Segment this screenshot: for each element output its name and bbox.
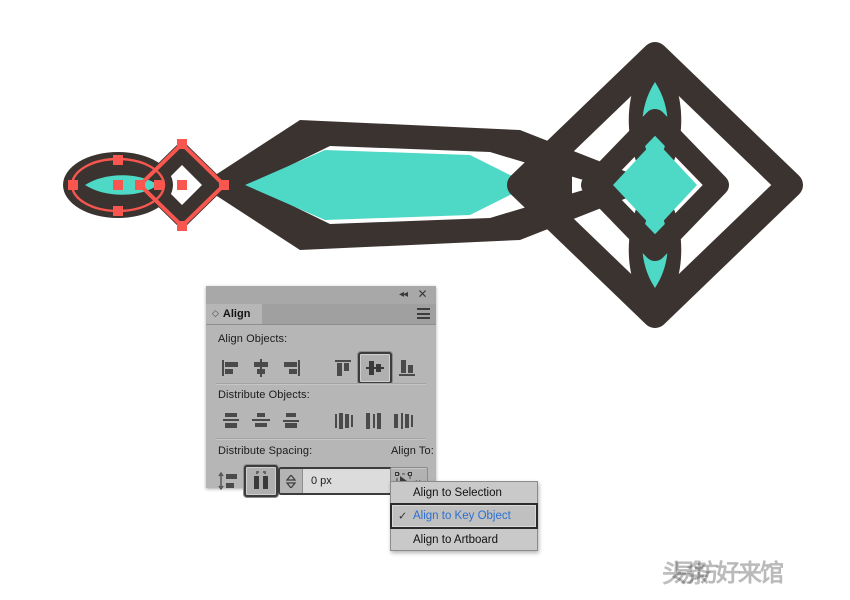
align-objects-button-row — [216, 352, 422, 384]
vertical-align-top-button[interactable] — [328, 354, 358, 382]
horizontal-distribute-spacing-button[interactable] — [244, 465, 278, 497]
vertical-distribute-spacing-button[interactable] — [214, 467, 244, 495]
align-to-dropdown-menu: Align to Selection ✓ Align to Key Object… — [390, 481, 538, 551]
anchor-point[interactable] — [113, 206, 123, 216]
panel-tab-row: ◇ Align — [206, 304, 436, 325]
anchor-point-center[interactable] — [113, 180, 123, 190]
distribute-spacing-label: Distribute Spacing: — [218, 445, 313, 457]
panel-titlebar: ◂◂ ✕ — [206, 286, 436, 304]
anchor-point[interactable] — [135, 180, 145, 190]
spacing-stepper[interactable]: 0 px — [278, 467, 395, 495]
divider — [216, 383, 426, 385]
tab-grip-icon: ◇ — [212, 309, 219, 319]
panel-title: Align — [222, 308, 251, 320]
menu-item-label: Align to Selection — [413, 486, 502, 499]
menu-item-align-to-key-object[interactable]: ✓ Align to Key Object — [390, 503, 538, 529]
align-objects-label: Align Objects: — [218, 333, 288, 345]
horizontal-align-center-button[interactable] — [246, 354, 276, 382]
vertical-distribute-center-button[interactable] — [246, 407, 276, 435]
anchor-point-center[interactable] — [177, 180, 187, 190]
watermark-secondary: 易坊好来馆 — [672, 559, 784, 587]
anchor-point[interactable] — [154, 180, 164, 190]
distribute-objects-label: Distribute Objects: — [218, 389, 310, 401]
right-ornament — [507, 42, 803, 328]
menu-item-label: Align to Key Object — [413, 510, 511, 522]
vertical-align-bottom-button[interactable] — [392, 354, 422, 382]
menu-item-align-to-selection[interactable]: Align to Selection — [391, 482, 537, 503]
menu-item-label: Align to Artboard — [413, 533, 499, 546]
horizontal-align-right-button[interactable] — [276, 354, 306, 382]
align-panel: ◂◂ ✕ ◇ Align Align Objects: Distribute O… — [206, 286, 436, 497]
horizontal-distribute-center-button[interactable] — [358, 407, 388, 435]
horizontal-align-left-button[interactable] — [216, 354, 246, 382]
divider — [216, 438, 426, 440]
check-icon: ✓ — [398, 509, 408, 523]
watermark: 头条 易坊好来馆 — [662, 556, 842, 592]
anchor-point[interactable] — [68, 180, 78, 190]
distribute-spacing-button-row — [214, 465, 278, 497]
vertical-align-center-button[interactable] — [358, 352, 392, 384]
close-icon[interactable]: ✕ — [416, 288, 429, 301]
menu-item-align-to-artboard[interactable]: Align to Artboard — [391, 529, 537, 550]
ornament-artwork — [63, 42, 803, 328]
vertical-distribute-bottom-button[interactable] — [276, 407, 306, 435]
horizontal-distribute-right-button[interactable] — [388, 407, 418, 435]
distribute-objects-button-row — [216, 407, 418, 435]
anchor-point[interactable] — [219, 180, 229, 190]
anchor-point[interactable] — [177, 139, 187, 149]
anchor-point[interactable] — [113, 155, 123, 165]
panel-menu-icon[interactable] — [417, 308, 430, 319]
collapse-icon[interactable]: ◂◂ — [396, 289, 410, 301]
vertical-distribute-top-button[interactable] — [216, 407, 246, 435]
anchor-point[interactable] — [177, 221, 187, 231]
horizontal-distribute-left-button[interactable] — [328, 407, 358, 435]
spinner-arrows-icon[interactable] — [280, 469, 302, 493]
tab-align[interactable]: ◇ Align — [206, 304, 263, 324]
align-to-label: Align To: — [391, 445, 434, 457]
spacing-input[interactable]: 0 px — [302, 469, 393, 493]
